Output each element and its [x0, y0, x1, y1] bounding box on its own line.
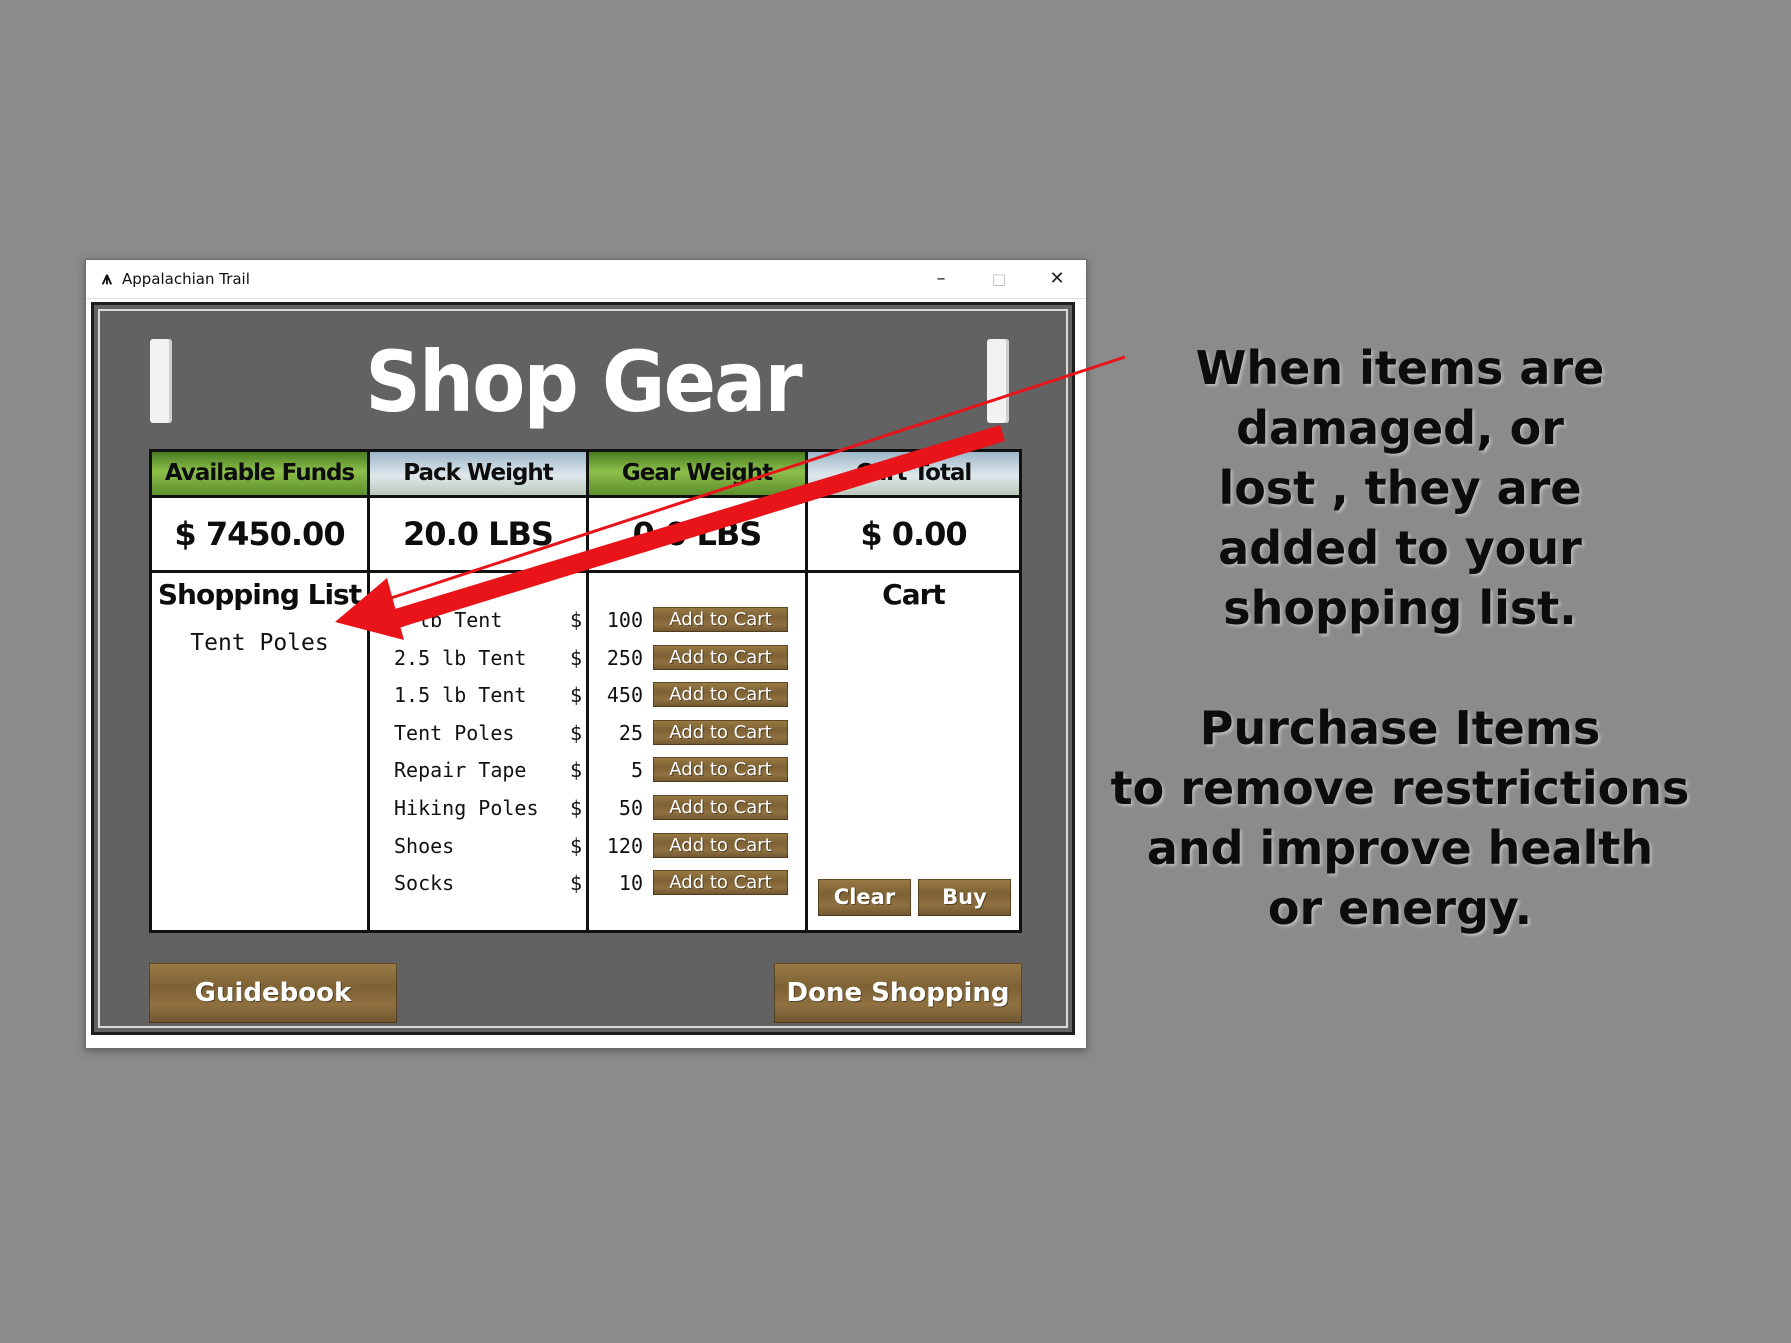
annotation-text: When items are damaged, or lost , they a… — [1110, 338, 1690, 938]
item-currency: $ — [570, 833, 583, 858]
available-funds-label: Available Funds — [152, 452, 367, 495]
add-to-cart-button[interactable]: Add to Cart — [653, 794, 788, 820]
page-title: Shop Gear — [365, 333, 802, 431]
trail-logo-icon: ⩚ — [101, 268, 113, 289]
annotation-paragraph: When items are damaged, or lost , they a… — [1195, 341, 1605, 635]
store-item-row: Repair Tape $ 5 Add to Cart — [370, 752, 788, 790]
store-item-list: 4 lb Tent $ 100 Add to Cart 2.5 lb Tent … — [370, 602, 788, 903]
pack-weight-label: Pack Weight — [370, 452, 586, 495]
cart-total-value: $ 0.00 — [860, 515, 967, 553]
item-price: 50 — [618, 795, 643, 820]
store-item-row: Shoes $ 120 Add to Cart — [370, 828, 788, 866]
item-name: 4 lb Tent — [394, 608, 503, 632]
add-to-cart-button[interactable]: Add to Cart — [653, 832, 788, 858]
add-to-cart-button[interactable]: Add to Cart — [653, 870, 788, 896]
pack-weight-value: 20.0 LBS — [403, 515, 554, 553]
close-button[interactable]: ✕ — [1028, 260, 1086, 298]
item-price: 250 — [606, 645, 643, 670]
maximize-button[interactable]: □ — [970, 260, 1028, 298]
game-canvas: Shop Gear Available Funds Pack Weight Ge… — [91, 302, 1075, 1035]
item-name: Hiking Poles — [394, 795, 539, 820]
item-price: 120 — [606, 833, 643, 858]
add-to-cart-button[interactable]: Add to Cart — [653, 682, 788, 708]
item-price: 100 — [606, 608, 643, 632]
shopping-list-title: Shopping List — [157, 578, 362, 611]
item-name: Shoes — [394, 833, 455, 858]
title-bar[interactable]: ⩚ Appalachian Trail – □ ✕ — [86, 260, 1086, 299]
minimize-button[interactable]: – — [912, 260, 970, 298]
window-title: Appalachian Trail — [122, 270, 250, 288]
item-currency: $ — [570, 795, 583, 820]
store-item-row: Hiking Poles $ 50 Add to Cart — [370, 790, 788, 828]
item-name: Repair Tape — [394, 758, 527, 783]
annotation-paragraph: Purchase Items to remove restrictions an… — [1110, 701, 1690, 935]
cart-total-label: Cart Total — [808, 452, 1019, 495]
divider — [152, 570, 1019, 573]
item-currency: $ — [570, 758, 583, 783]
item-currency: $ — [570, 608, 583, 632]
item-name: Tent Poles — [394, 720, 515, 745]
add-to-cart-button[interactable]: Add to Cart — [653, 719, 788, 745]
gear-weight-label: Gear Weight — [589, 452, 805, 495]
item-name: 2.5 lb Tent — [394, 645, 527, 670]
store-item-row: 4 lb Tent $ 100 Add to Cart — [370, 602, 788, 640]
store-item-row: Socks $ 10 Add to Cart — [370, 865, 788, 903]
buy-button[interactable]: Buy — [918, 879, 1011, 916]
store-item-row: 1.5 lb Tent $ 450 Add to Cart — [370, 677, 788, 715]
guidebook-button[interactable]: Guidebook — [149, 963, 397, 1023]
shopping-list-item: Tent Poles — [190, 630, 329, 656]
done-shopping-button[interactable]: Done Shopping — [774, 963, 1022, 1023]
shop-panel: Available Funds Pack Weight Gear Weight … — [149, 449, 1022, 933]
store-item-row: 2.5 lb Tent $ 250 Add to Cart — [370, 640, 788, 678]
app-window: ⩚ Appalachian Trail – □ ✕ Shop Gear Avai… — [85, 259, 1087, 1049]
available-funds-value: $ 7450.00 — [174, 515, 345, 553]
gear-weight-value: 0.0 LBS — [632, 515, 763, 553]
cart-title: Cart — [882, 578, 946, 611]
item-currency: $ — [570, 871, 583, 896]
item-currency: $ — [570, 720, 583, 745]
item-name: 1.5 lb Tent — [394, 683, 527, 708]
item-currency: $ — [570, 645, 583, 670]
clear-cart-button[interactable]: Clear — [818, 879, 911, 916]
add-to-cart-button[interactable]: Add to Cart — [653, 757, 788, 783]
item-price: 25 — [618, 720, 643, 745]
add-to-cart-button[interactable]: Add to Cart — [653, 607, 788, 632]
item-price: 10 — [618, 871, 643, 896]
add-to-cart-button[interactable]: Add to Cart — [653, 644, 788, 670]
item-currency: $ — [570, 683, 583, 708]
store-item-row: Tent Poles $ 25 Add to Cart — [370, 715, 788, 753]
item-price: 450 — [606, 683, 643, 708]
item-name: Socks — [394, 871, 455, 896]
item-price: 5 — [630, 758, 643, 783]
